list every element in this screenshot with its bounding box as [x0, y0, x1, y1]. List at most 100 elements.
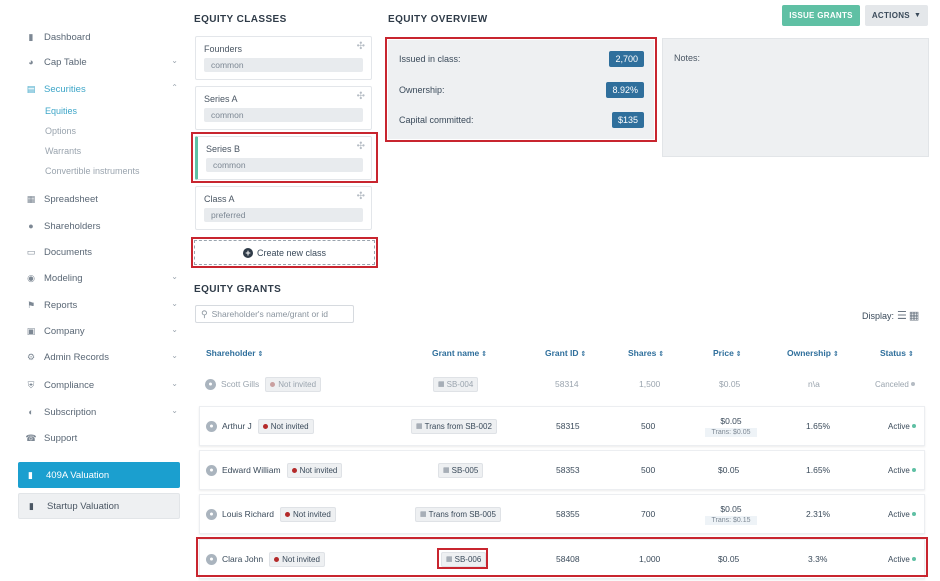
- shareholder-name[interactable]: Louis Richard: [222, 509, 274, 519]
- column-header-ownership[interactable]: Ownership ⇕: [787, 348, 839, 358]
- grant-id-cell: 58314: [555, 379, 579, 389]
- list-view-icon[interactable]: ☰: [897, 309, 907, 322]
- spreadsheet-icon: ▦: [26, 193, 36, 204]
- invite-text: Not invited: [292, 509, 331, 519]
- transfer-price-text: Trans: $0.15: [705, 515, 757, 525]
- drag-handle-icon[interactable]: ✣: [357, 91, 365, 102]
- sidebar-item-company[interactable]: ▣ Company ⌄: [26, 322, 186, 340]
- grant-name-badge[interactable]: ▦ SB-004: [433, 376, 479, 392]
- class-name: Class A: [204, 194, 235, 204]
- grant-name-badge[interactable]: ▦ SB-005: [438, 462, 484, 478]
- sidebar-item-dashboard[interactable]: ▮ Dashboard: [26, 28, 186, 46]
- shareholder-name[interactable]: Edward William: [222, 465, 281, 475]
- 409a-valuation-button[interactable]: ▮ 409A Valuation: [18, 462, 180, 488]
- column-header-shareholder[interactable]: Shareholder ⇕: [206, 348, 263, 358]
- actions-dropdown-button[interactable]: ACTIONS ▼: [865, 5, 928, 26]
- chevron-down-icon: ⌄: [171, 351, 178, 360]
- header-label: Shares: [628, 348, 657, 358]
- class-card-class-a[interactable]: Class A preferred ✣: [195, 186, 372, 230]
- sort-icon: ⇕: [481, 351, 488, 358]
- sidebar-subitem-options[interactable]: Options: [45, 126, 76, 136]
- sidebar-item-cap-table[interactable]: ◕ Cap Table ⌄: [26, 53, 186, 71]
- sidebar-item-documents[interactable]: ▭ Documents: [26, 243, 186, 261]
- chevron-up-icon: ⌃: [171, 83, 178, 92]
- document-icon: ▦: [443, 467, 450, 474]
- sidebar-item-reports[interactable]: ⚑ Reports ⌄: [26, 296, 186, 314]
- search-icon: ⚲: [201, 308, 208, 319]
- grid-view-icon[interactable]: ▦: [909, 309, 919, 322]
- status-dot-icon: [910, 382, 915, 386]
- shares-cell: 700: [641, 509, 656, 519]
- status-text: Active: [888, 421, 910, 431]
- subscription-icon: ◐: [28, 407, 34, 417]
- price-cell: $0.05: [719, 379, 741, 389]
- header-label: Ownership: [787, 348, 831, 358]
- drag-handle-icon[interactable]: ✣: [357, 191, 365, 202]
- grant-name-cell: ▦ Trans from SB-005: [415, 495, 501, 533]
- shareholder-name[interactable]: Scott Gills: [221, 379, 259, 389]
- drag-handle-icon[interactable]: ✣: [357, 41, 365, 52]
- column-header-grant-id[interactable]: Grant ID ⇕: [545, 348, 586, 358]
- sidebar-item-spreadsheet[interactable]: ▦ Spreadsheet: [26, 190, 186, 208]
- sidebar-item-admin-records[interactable]: ⚙ Admin Records ⌄: [26, 348, 186, 366]
- header-label: Price: [713, 348, 734, 358]
- sidebar-item-label: Support: [44, 432, 78, 444]
- class-type: preferred: [204, 208, 363, 222]
- avatar-icon: ●: [206, 464, 217, 476]
- table-row[interactable]: ● Edward William Not invited ▦ SB-005 583…: [199, 450, 925, 490]
- table-row[interactable]: ● Louis Richard Not invited ▦ Trans from …: [199, 494, 925, 534]
- sidebar-item-subscription[interactable]: ◐ Subscription ⌄: [26, 403, 186, 421]
- sidebar-subitem-convertible[interactable]: Convertible instruments: [45, 166, 140, 176]
- startup-valuation-button[interactable]: ▮ Startup Valuation: [18, 493, 180, 519]
- sidebar-subitem-equities[interactable]: Equities: [45, 106, 77, 116]
- grant-search-box[interactable]: ⚲: [195, 305, 354, 323]
- sidebar-item-support[interactable]: ☎ Support: [25, 429, 186, 447]
- building-icon: ▣: [26, 325, 36, 336]
- button-label: 409A Valuation: [46, 469, 110, 481]
- display-label: Display:: [862, 310, 895, 321]
- status-text: Active: [888, 465, 910, 475]
- sidebar-item-modeling[interactable]: ◉ Modeling ⌄: [26, 269, 186, 287]
- column-header-status[interactable]: Status ⇕: [880, 348, 914, 358]
- sidebar-item-compliance[interactable]: ⛨ Compliance ⌄: [26, 376, 186, 394]
- grant-text: SB-004: [446, 379, 474, 389]
- shares-cell: 500: [641, 465, 656, 475]
- sidebar-item-label: Subscription: [44, 406, 97, 418]
- document-icon: ▮: [29, 500, 34, 511]
- column-header-shares[interactable]: Shares ⇕: [628, 348, 664, 358]
- sidebar-item-shareholders[interactable]: ● Shareholders: [26, 217, 186, 235]
- shareholder-cell: ● Arthur J Not invited: [206, 407, 314, 445]
- price-text: $0.05: [720, 415, 742, 426]
- table-row[interactable]: ● Arthur J Not invited ▦ Trans from SB-00…: [199, 406, 925, 446]
- document-icon: ▦: [420, 511, 427, 518]
- grant-search-input[interactable]: [211, 309, 342, 319]
- price-cell: $0.05 Trans: $0.05: [696, 407, 766, 445]
- issue-grants-button[interactable]: ISSUE GRANTS: [782, 5, 860, 26]
- price-cell: $0.05 Trans: $0.15: [696, 495, 766, 533]
- pie-chart-icon: ◕: [28, 57, 34, 67]
- highlight-grant-sb-006: [437, 548, 488, 569]
- admin-icon: ⚙: [26, 351, 36, 362]
- notes-label: Notes:: [674, 53, 701, 63]
- sidebar-subitem-warrants[interactable]: Warrants: [45, 146, 81, 156]
- grant-name-badge[interactable]: ▦ Trans from SB-002: [411, 418, 497, 434]
- class-card-series-a[interactable]: Series A common ✣: [195, 86, 372, 130]
- column-header-price[interactable]: Price ⇕: [713, 348, 742, 358]
- sidebar-item-label: Reports: [44, 299, 78, 311]
- chevron-down-icon: ⌄: [171, 299, 178, 308]
- sidebar-item-label: Compliance: [44, 379, 95, 391]
- avatar-icon: ●: [206, 420, 217, 432]
- sidebar: ▮ Dashboard ◕ Cap Table ⌄ ▤ Securities ⌃…: [0, 0, 190, 581]
- grant-name-badge[interactable]: ▦ Trans from SB-005: [415, 506, 501, 522]
- sidebar-item-securities[interactable]: ▤ Securities ⌃: [26, 80, 186, 98]
- shareholder-name[interactable]: Arthur J: [222, 421, 252, 431]
- equity-classes-title: EQUITY CLASSES: [194, 14, 287, 25]
- dashboard-icon: ▮: [28, 31, 34, 42]
- table-row[interactable]: ● Scott Gills Not invited ▦ SB-004 58314 …: [199, 364, 925, 404]
- class-card-founders[interactable]: Founders common ✣: [195, 36, 372, 80]
- status-cell: Canceled: [875, 364, 915, 404]
- shares-cell: 1,500: [639, 379, 661, 389]
- column-header-grant-name[interactable]: Grant name ⇕: [432, 348, 487, 358]
- chevron-down-icon: ⌄: [171, 272, 178, 281]
- notes-panel[interactable]: Notes:: [662, 38, 929, 157]
